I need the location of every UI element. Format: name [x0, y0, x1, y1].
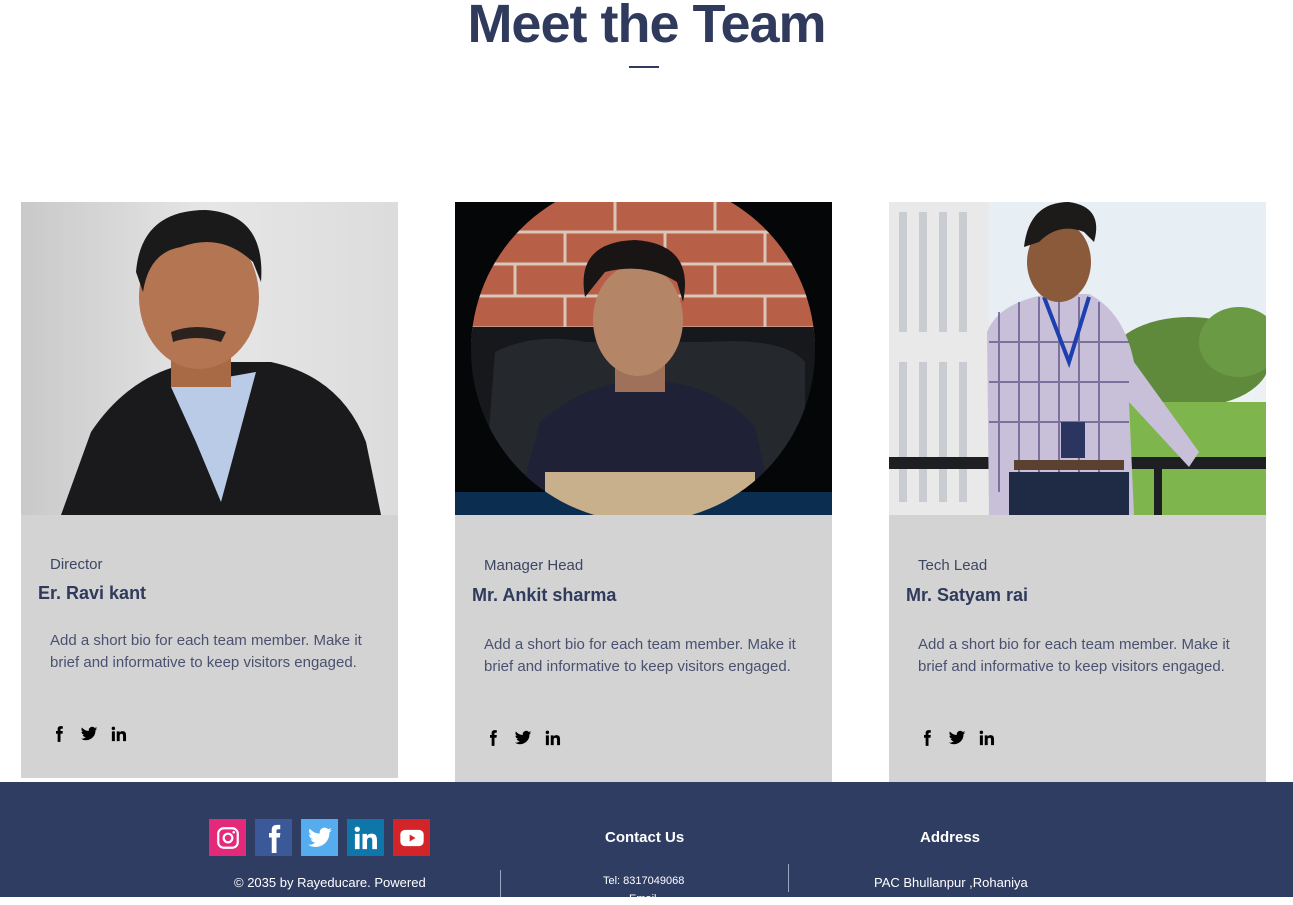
footer-divider [500, 870, 501, 897]
linkedin-icon[interactable] [544, 729, 562, 747]
contact-heading: Contact Us [605, 829, 685, 846]
team-role: Director [50, 556, 103, 573]
youtube-icon[interactable] [393, 819, 430, 856]
team-name: Er. Ravi kant [38, 583, 147, 603]
facebook-icon[interactable] [918, 729, 936, 747]
team-bio: Add a short bio for each team member. Ma… [50, 632, 362, 671]
team-role: Tech Lead [918, 557, 988, 574]
linkedin-icon[interactable] [110, 725, 128, 743]
linkedin-icon[interactable] [978, 729, 996, 747]
instagram-icon[interactable] [209, 819, 246, 856]
footer-divider [788, 864, 789, 892]
site-footer: © 2035 by Rayeducare. Powered Contact Us… [0, 782, 1293, 905]
facebook-icon[interactable] [255, 819, 292, 856]
page-title: Meet the Team [467, 0, 826, 54]
team-name: Mr. Ankit sharma [472, 585, 617, 605]
team-social-links [484, 729, 562, 747]
facebook-icon[interactable] [484, 729, 502, 747]
contact-email: Email [629, 893, 657, 905]
team-social-links [50, 725, 128, 743]
team-photo-ankit [455, 202, 832, 515]
team-card-1: Director Er. Ravi kant Add a short bio f… [21, 202, 398, 778]
team-bio: Add a short bio for each team member. Ma… [918, 636, 1230, 675]
twitter-icon[interactable] [301, 819, 338, 856]
team-photo-satyam [889, 202, 1266, 515]
team-card-2: Manager Head Mr. Ankit sharma Add a shor… [455, 202, 832, 782]
footer-copyright: © 2035 by Rayeducare. Powered [234, 875, 426, 890]
twitter-icon[interactable] [948, 729, 966, 747]
address-heading: Address [920, 829, 981, 846]
address-line: PAC Bhullanpur ,Rohaniya [874, 875, 1028, 890]
team-bio: Add a short bio for each team member. Ma… [484, 636, 796, 675]
footer-social-bar [209, 819, 430, 856]
twitter-icon[interactable] [80, 725, 98, 743]
team-card-3: Tech Lead Mr. Satyam rai Add a short bio… [889, 202, 1266, 782]
title-divider [629, 66, 659, 68]
team-name: Mr. Satyam rai [906, 585, 1029, 605]
team-social-links [918, 729, 996, 747]
twitter-icon[interactable] [514, 729, 532, 747]
linkedin-icon[interactable] [347, 819, 384, 856]
team-photo-ravi [21, 202, 398, 515]
team-role: Manager Head [484, 557, 584, 574]
contact-tel: Tel: 8317049068 [603, 875, 685, 887]
facebook-icon[interactable] [50, 725, 68, 743]
